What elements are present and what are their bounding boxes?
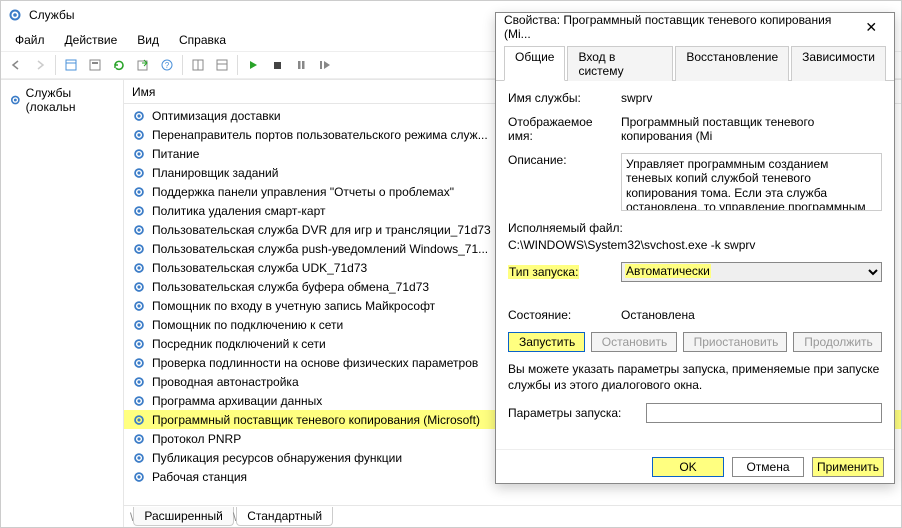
toolbar-pause-icon[interactable]	[290, 54, 312, 76]
services-icon	[9, 93, 22, 107]
toolbar-restart-icon[interactable]	[314, 54, 336, 76]
tab-dependencies[interactable]: Зависимости	[791, 46, 886, 81]
gear-icon	[132, 166, 146, 180]
label-service-name: Имя службы:	[508, 91, 613, 105]
service-name: Протокол PNRP	[152, 432, 241, 446]
label-exe-path: Исполняемый файл:	[508, 221, 882, 235]
tree-node-label: Службы (локальн	[26, 86, 115, 114]
menu-action[interactable]: Действие	[55, 31, 128, 49]
toolbar-back-icon[interactable]	[5, 54, 27, 76]
service-name: Пользовательская служба push-уведомлений…	[152, 242, 488, 256]
start-params-input[interactable]	[646, 403, 882, 423]
ok-button[interactable]: OK	[652, 457, 724, 477]
toolbar-play-icon[interactable]	[242, 54, 264, 76]
menu-help[interactable]: Справка	[169, 31, 236, 49]
gear-icon	[132, 394, 146, 408]
service-name: Публикация ресурсов обнаружения функции	[152, 451, 402, 465]
value-description: Управляет программным созданием теневых …	[621, 153, 882, 211]
toolbar-column-icon[interactable]	[187, 54, 209, 76]
dialog-tabs: Общие Вход в систему Восстановление Зави…	[496, 41, 894, 81]
dialog-title: Свойства: Программный поставщик теневого…	[504, 13, 856, 41]
gear-icon	[132, 280, 146, 294]
toolbar-help-icon[interactable]: ?	[156, 54, 178, 76]
properties-dialog: Свойства: Программный поставщик теневого…	[495, 12, 895, 484]
service-name: Программный поставщик теневого копирован…	[152, 413, 480, 427]
stop-button: Остановить	[591, 332, 677, 352]
service-name: Пользовательская служба DVR для игр и тр…	[152, 223, 491, 237]
tab-logon[interactable]: Вход в систему	[567, 46, 673, 81]
service-name: Политика удаления смарт-карт	[152, 204, 326, 218]
toolbar-forward-icon[interactable]	[29, 54, 51, 76]
service-name: Оптимизация доставки	[152, 109, 281, 123]
services-icon	[7, 7, 23, 23]
gear-icon	[132, 432, 146, 446]
toolbar-refresh-icon[interactable]	[108, 54, 130, 76]
tab-recovery[interactable]: Восстановление	[675, 46, 789, 81]
service-name: Программа архивации данных	[152, 394, 322, 408]
menu-view[interactable]: Вид	[127, 31, 169, 49]
service-name: Проверка подлинности на основе физически…	[152, 356, 478, 370]
label-display-name: Отображаемое имя:	[508, 115, 613, 143]
bottom-tabs: \ Расширенный \ Стандартный	[124, 505, 901, 527]
gear-icon	[132, 413, 146, 427]
gear-icon	[132, 451, 146, 465]
toolbar-properties-icon[interactable]	[84, 54, 106, 76]
tab-standard[interactable]: Стандартный	[236, 507, 333, 526]
window-title: Службы	[29, 8, 74, 22]
gear-icon	[132, 318, 146, 332]
service-name: Помощник по подключению к сети	[152, 318, 343, 332]
tab-general[interactable]: Общие	[504, 46, 565, 81]
gear-icon	[132, 204, 146, 218]
gear-icon	[132, 223, 146, 237]
value-service-name: swprv	[621, 91, 882, 105]
dialog-footer: OK Отмена Применить	[496, 449, 894, 483]
tree-node-services[interactable]: Службы (локальн	[3, 84, 121, 116]
svg-text:?: ?	[165, 61, 170, 70]
toolbar-export-icon[interactable]	[132, 54, 154, 76]
gear-icon	[132, 261, 146, 275]
gear-icon	[132, 185, 146, 199]
service-name: Питание	[152, 147, 199, 161]
tree-pane: Службы (локальн	[1, 80, 124, 527]
toolbar-details-icon[interactable]	[60, 54, 82, 76]
close-icon[interactable]: ✕	[856, 19, 886, 36]
value-exe-path: C:\WINDOWS\System32\svchost.exe -k swprv	[508, 238, 882, 252]
startup-type-select[interactable]: Автоматически	[621, 262, 882, 282]
service-name: Помощник по входу в учетную запись Майкр…	[152, 299, 435, 313]
note-text: Вы можете указать параметры запуска, при…	[508, 362, 882, 393]
apply-button[interactable]: Применить	[812, 457, 884, 477]
gear-icon	[132, 337, 146, 351]
menu-file[interactable]: Файл	[5, 31, 55, 49]
value-display-name: Программный поставщик теневого копирован…	[621, 115, 882, 143]
resume-button: Продолжить	[793, 332, 882, 352]
service-name: Посредник подключений к сети	[152, 337, 326, 351]
gear-icon	[132, 128, 146, 142]
service-name: Перенаправитель портов пользовательского…	[152, 128, 488, 142]
toolbar-filter-icon[interactable]	[211, 54, 233, 76]
gear-icon	[132, 299, 146, 313]
cancel-button[interactable]: Отмена	[732, 457, 804, 477]
service-name: Рабочая станция	[152, 470, 247, 484]
start-button[interactable]: Запустить	[508, 332, 585, 352]
label-start-params: Параметры запуска:	[508, 406, 638, 420]
gear-icon	[132, 470, 146, 484]
service-name: Пользовательская служба буфера обмена_71…	[152, 280, 429, 294]
gear-icon	[132, 242, 146, 256]
value-state: Остановлена	[621, 308, 882, 322]
gear-icon	[132, 147, 146, 161]
gear-icon	[132, 109, 146, 123]
tab-extended[interactable]: Расширенный	[133, 507, 234, 526]
label-description: Описание:	[508, 153, 613, 167]
service-name: Проводная автонастройка	[152, 375, 299, 389]
gear-icon	[132, 356, 146, 370]
label-state: Состояние:	[508, 308, 613, 322]
gear-icon	[132, 375, 146, 389]
pause-button: Приостановить	[683, 332, 788, 352]
label-startup-type: Тип запуска:	[508, 265, 579, 279]
service-name: Планировщик заданий	[152, 166, 278, 180]
dialog-titlebar: Свойства: Программный поставщик теневого…	[496, 13, 894, 41]
service-name: Поддержка панели управления "Отчеты о пр…	[152, 185, 454, 199]
toolbar-stop-icon[interactable]	[266, 54, 288, 76]
service-name: Пользовательская служба UDK_71d73	[152, 261, 367, 275]
